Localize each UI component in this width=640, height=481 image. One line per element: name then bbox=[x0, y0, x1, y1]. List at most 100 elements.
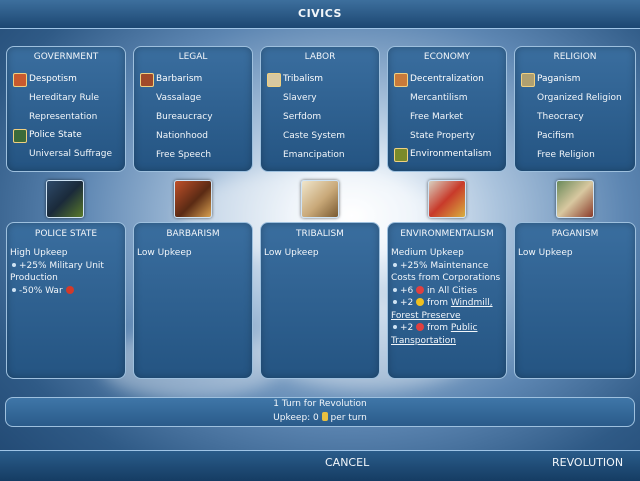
police-state-icon bbox=[13, 129, 27, 143]
detail-panel-barbarism: BARBARISM Low Upkeep bbox=[133, 222, 253, 379]
detail-panel-environmentalism: ENVIRONMENTALISM Medium Upkeep +25% Main… bbox=[387, 222, 507, 379]
civic-option[interactable]: Theocracy bbox=[537, 112, 584, 122]
civic-option[interactable]: Bureaucracy bbox=[156, 112, 213, 122]
detail-description: High Upkeep +25% Military Unit Productio… bbox=[10, 247, 121, 297]
civic-option[interactable]: Decentralization bbox=[410, 74, 484, 84]
war-weariness-icon bbox=[66, 286, 74, 294]
effect-text: +2 bbox=[400, 323, 413, 333]
bullet-icon bbox=[393, 300, 397, 304]
effect-text: in All Cities bbox=[427, 286, 477, 296]
civic-option[interactable]: Representation bbox=[29, 112, 97, 122]
civic-option[interactable]: Serfdom bbox=[283, 112, 321, 122]
bullet-icon bbox=[393, 288, 397, 292]
bullet-icon bbox=[393, 263, 397, 267]
detail-description: Low Upkeep bbox=[264, 247, 375, 260]
cancel-button[interactable]: CANCEL bbox=[325, 456, 369, 469]
category-panel-government: GOVERNMENT Despotism Hereditary Rule Rep… bbox=[6, 46, 126, 172]
public-transportation-link[interactable]: Transportation bbox=[391, 335, 502, 348]
effect-text: +6 bbox=[400, 286, 413, 296]
category-panel-legal: LEGAL Barbarism Vassalage Bureaucracy Na… bbox=[133, 46, 253, 172]
civic-option[interactable]: Nationhood bbox=[156, 131, 208, 141]
category-title: RELIGION bbox=[515, 52, 635, 62]
detail-description: Low Upkeep bbox=[137, 247, 248, 260]
civic-option[interactable]: Slavery bbox=[283, 93, 317, 103]
detail-panel-police-state: POLICE STATE High Upkeep +25% Military U… bbox=[6, 222, 126, 379]
tribalism-icon bbox=[267, 73, 281, 87]
upkeep-suffix: per turn bbox=[331, 413, 367, 423]
civic-option[interactable]: Free Speech bbox=[156, 150, 211, 160]
detail-title: TRIBALISM bbox=[261, 229, 379, 239]
upkeep-text: Medium Upkeep bbox=[391, 247, 502, 260]
civic-option[interactable]: Vassalage bbox=[156, 93, 201, 103]
environmentalism-icon bbox=[394, 148, 408, 162]
effect-text: Production bbox=[10, 272, 121, 285]
detail-description: Medium Upkeep +25% Maintenance Costs fro… bbox=[391, 247, 502, 347]
category-panel-labor: LABOR Tribalism Slavery Serfdom Caste Sy… bbox=[260, 46, 380, 172]
civic-option[interactable]: Emancipation bbox=[283, 150, 345, 160]
paganism-portrait bbox=[556, 180, 594, 218]
tribalism-portrait bbox=[301, 180, 339, 218]
happiness-icon bbox=[416, 298, 424, 306]
civic-option[interactable]: Universal Suffrage bbox=[29, 149, 112, 159]
detail-title: ENVIRONMENTALISM bbox=[388, 229, 506, 239]
upkeep-label: Upkeep: 0 bbox=[273, 413, 319, 423]
detail-panel-tribalism: TRIBALISM Low Upkeep bbox=[260, 222, 380, 379]
screen-title: CIVICS bbox=[298, 7, 342, 20]
bullet-icon bbox=[12, 263, 16, 267]
public-transportation-link[interactable]: Public bbox=[451, 323, 478, 333]
civic-option[interactable]: Tribalism bbox=[283, 74, 323, 84]
civic-option[interactable]: Free Religion bbox=[537, 150, 595, 160]
detail-panel-paganism: PAGANISM Low Upkeep bbox=[514, 222, 636, 379]
civic-option[interactable]: State Property bbox=[410, 131, 475, 141]
gold-icon bbox=[322, 412, 328, 421]
category-title: LEGAL bbox=[134, 52, 252, 62]
upkeep-text: Low Upkeep bbox=[137, 247, 248, 260]
civic-option[interactable]: Hereditary Rule bbox=[29, 93, 99, 103]
forest-preserve-link[interactable]: Forest Preserve bbox=[391, 310, 502, 323]
category-title: GOVERNMENT bbox=[7, 52, 125, 62]
civic-option[interactable]: Mercantilism bbox=[410, 93, 467, 103]
civic-option[interactable]: Organized Religion bbox=[537, 93, 622, 103]
upkeep-text: Low Upkeep bbox=[518, 247, 631, 260]
effect-text: +2 bbox=[400, 298, 413, 308]
civic-option[interactable]: Caste System bbox=[283, 131, 345, 141]
upkeep-text: Low Upkeep bbox=[264, 247, 375, 260]
revolution-summary: 1 Turn for Revolution Upkeep: 0 per turn bbox=[5, 397, 635, 427]
civic-option[interactable]: Barbarism bbox=[156, 74, 202, 84]
health-icon bbox=[416, 323, 424, 331]
environmentalism-portrait bbox=[428, 180, 466, 218]
title-bar: CIVICS bbox=[0, 0, 640, 29]
civic-option[interactable]: Police State bbox=[29, 130, 82, 140]
windmill-link[interactable]: Windmill, bbox=[451, 298, 493, 308]
barbarism-portrait bbox=[174, 180, 212, 218]
barbarism-icon bbox=[140, 73, 154, 87]
effect-text: Costs from Corporations bbox=[391, 272, 502, 285]
revolution-button[interactable]: REVOLUTION bbox=[552, 456, 623, 469]
category-title: LABOR bbox=[261, 52, 379, 62]
effect-text: +25% Military Unit bbox=[19, 261, 104, 271]
bullet-icon bbox=[12, 288, 16, 292]
bullet-icon bbox=[393, 325, 397, 329]
detail-description: Low Upkeep bbox=[518, 247, 631, 260]
category-panel-economy: ECONOMY Decentralization Mercantilism Fr… bbox=[387, 46, 507, 172]
effect-text: from bbox=[427, 298, 448, 308]
decentralization-icon bbox=[394, 73, 408, 87]
detail-title: BARBARISM bbox=[134, 229, 252, 239]
category-panel-religion: RELIGION Paganism Organized Religion The… bbox=[514, 46, 636, 172]
civic-option[interactable]: Free Market bbox=[410, 112, 463, 122]
civic-option[interactable]: Environmentalism bbox=[410, 149, 491, 159]
bottom-bar bbox=[0, 450, 640, 481]
health-icon bbox=[416, 286, 424, 294]
upkeep-text: High Upkeep bbox=[10, 247, 121, 260]
police-state-portrait bbox=[46, 180, 84, 218]
civic-option[interactable]: Pacifism bbox=[537, 131, 574, 141]
revolution-turns: 1 Turn for Revolution bbox=[6, 399, 634, 409]
category-title: ECONOMY bbox=[388, 52, 506, 62]
civic-option[interactable]: Paganism bbox=[537, 74, 580, 84]
paganism-icon bbox=[521, 73, 535, 87]
effect-text: from bbox=[427, 323, 448, 333]
civic-option[interactable]: Despotism bbox=[29, 74, 77, 84]
detail-title: PAGANISM bbox=[515, 229, 635, 239]
effect-text: -50% War bbox=[19, 286, 63, 296]
despotism-icon bbox=[13, 73, 27, 87]
